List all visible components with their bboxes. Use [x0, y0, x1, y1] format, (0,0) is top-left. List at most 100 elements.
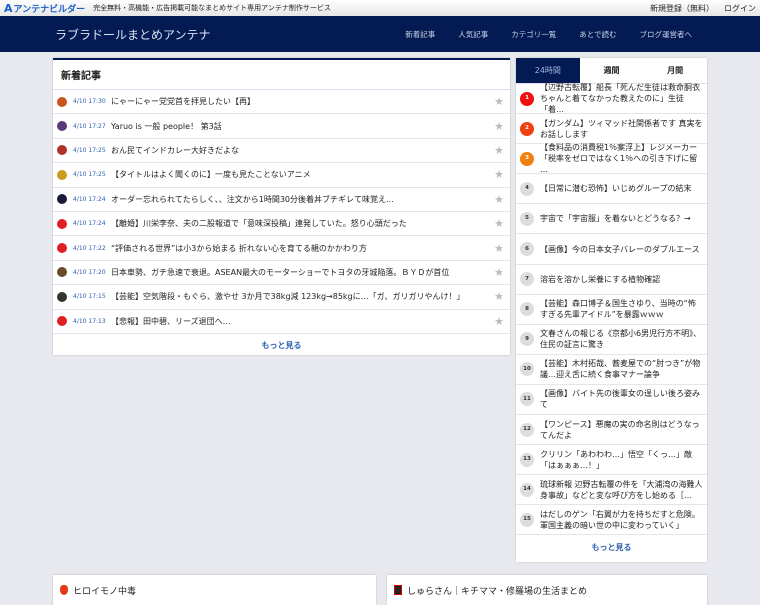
ranking-title[interactable]: 琉球新報 辺野古転覆の件を「大浦湾の海難人身事故」などと変な呼び方をし始める［… — [540, 479, 703, 501]
ranking-title[interactable]: 【芸能】木村拓哉、蕎麦屋での“肘つき”が物議…迎え舌に続く食事マナー論争 — [540, 358, 703, 380]
star-icon[interactable]: ★ — [492, 144, 506, 157]
rank-badge: 15 — [520, 512, 534, 527]
rank-badge: 13 — [520, 452, 534, 467]
article-row[interactable]: 4/10 17:25 【タイトルはよく聞くのに】一度も見たことないアニメ ★ — [53, 163, 510, 188]
ranking-title[interactable]: 【日常に潜む恐怖】いじめグループの結末 — [540, 183, 692, 194]
rank-badge: 3 — [520, 151, 534, 166]
rank-badge: 10 — [520, 362, 534, 377]
ranking-panel: 24時間 週間 月間 1 【辺野古転覆】船長「死んだ生徒は救命胴衣ちゃんと着てなか… — [516, 58, 707, 562]
nav-read-later[interactable]: あとで読む — [579, 29, 616, 40]
ranking-row[interactable]: 10 【芸能】木村拓哉、蕎麦屋での“肘つき”が物議…迎え舌に続く食事マナー論争 — [516, 355, 707, 385]
article-row[interactable]: 4/10 17:27 Yaruo is 一般 people！ 第3話 ★ — [53, 114, 510, 139]
article-row[interactable]: 4/10 17:15 【芸能】空気階段・もぐら、激やせ 3か月で38kg減 123… — [53, 285, 510, 310]
star-icon[interactable]: ★ — [492, 168, 506, 181]
ranking-row[interactable]: 11 【画像】バイト先の後輩女の逞しい後ろ姿みて — [516, 385, 707, 416]
article-time: 4/10 17:24 — [73, 220, 106, 228]
ranking-title[interactable]: 【画像】今の日本女子バレーのダブルエース — [540, 244, 700, 255]
article-title[interactable]: 【タイトルはよく聞くのに】一度も見たことないアニメ — [111, 169, 492, 180]
ranking-row[interactable]: 5 宇宙で「宇宙服」を着ないとどうなる？→ — [516, 204, 707, 235]
article-title[interactable]: にゃーにゃー党党首を拝見したい【再】 — [111, 96, 492, 107]
blog-icon — [394, 585, 402, 595]
article-title[interactable]: オーダー忘れられてたらしく、、注文から1時間30分後着丼ブチギレて味覚え... — [111, 194, 492, 205]
article-row[interactable]: 4/10 17:25 おん民てインドカレー大好きだよな ★ — [53, 139, 510, 164]
site-header: ラブラドールまとめアンテナ 新着記事 人気記事 カテゴリ一覧 あとで読む ブログ… — [0, 16, 760, 52]
rank-badge: 4 — [520, 181, 534, 196]
article-title[interactable]: 【離婚】川栄李奈、夫の二股報道で「意味深投稿」連発していた。怒り心頭だった — [111, 218, 492, 229]
star-icon[interactable]: ★ — [492, 95, 506, 108]
ranking-row[interactable]: 12 【ワンピース】悪魔の実の命名則はどうなってんだよ — [516, 415, 707, 446]
article-title[interactable]: 【悲報】田中碧、リーズ退団へ… — [111, 316, 492, 327]
article-title[interactable]: おん民てインドカレー大好きだよな — [111, 145, 492, 156]
ranking-title[interactable]: 【ワンピース】悪魔の実の命名則はどうなってんだよ — [540, 419, 703, 441]
ranking-title[interactable]: 【ガンダム】ツィマッド社関係者です 真実をお話しします — [540, 118, 703, 140]
article-title[interactable]: Yaruo is 一般 people！ 第3話 — [111, 121, 492, 132]
tab-weekly[interactable]: 週間 — [580, 58, 644, 83]
blog-favicon-icon — [57, 243, 67, 254]
star-icon[interactable]: ★ — [492, 266, 506, 279]
ranking-title[interactable]: 【食料品の消費税1％案浮上】レジメーカー「税率をゼロではなく1％への引き下げに留… — [540, 142, 703, 175]
article-row[interactable]: 4/10 17:24 【離婚】川栄李奈、夫の二股報道で「意味深投稿」連発していた。… — [53, 212, 510, 237]
blog-favicon-icon — [57, 96, 67, 107]
article-row[interactable]: 4/10 17:22 “評価される世界”は小3から始まる 折れない心を育てる親のか… — [53, 236, 510, 261]
article-row[interactable]: 4/10 17:30 にゃーにゃー党党首を拝見したい【再】 ★ — [53, 90, 510, 115]
star-icon[interactable]: ★ — [492, 290, 506, 303]
ranking-row[interactable]: 9 文春さんの報じる《京都小6男児行方不明》、住民の証言に驚き — [516, 325, 707, 355]
nav-categories[interactable]: カテゴリ一覧 — [511, 29, 556, 40]
article-time: 4/10 17:20 — [73, 268, 106, 276]
ranking-title[interactable]: 文春さんの報じる《京都小6男児行方不明》、住民の証言に驚き — [540, 328, 703, 350]
article-title[interactable]: “評価される世界”は小3から始まる 折れない心を育てる親のかかわり方 — [111, 243, 492, 254]
ranking-title[interactable]: 【辺野古転覆】船長「死んだ生徒は救命胴衣ちゃんと着てなかった教えたのに」生徒「着… — [540, 82, 703, 115]
star-icon[interactable]: ★ — [492, 315, 506, 328]
article-time: 4/10 17:13 — [73, 317, 106, 325]
ranking-title[interactable]: 溶岩を溶かし栄養にする植物確認 — [540, 274, 660, 285]
blog-panel[interactable]: ヒロイモノ中毒 — [53, 575, 376, 605]
ranking-row[interactable]: 1 【辺野古転覆】船長「死んだ生徒は救命胴衣ちゃんと着てなかった教えたのに」生徒「… — [516, 82, 707, 115]
ranking-title[interactable]: 【芸能】森口博子＆国生さゆり、当時の“怖すぎる先輩アイドル”を暴露ｗｗｗ — [540, 298, 703, 320]
tab-monthly[interactable]: 月間 — [643, 58, 707, 83]
blog-panel[interactable]: しゅらさん｜キチママ・修羅場の生活まとめ — [387, 575, 707, 605]
article-title[interactable]: 【芸能】空気階段・もぐら、激やせ 3か月で38kg減 123kg→85kgに…「… — [111, 291, 492, 302]
article-row[interactable]: 4/10 17:24 オーダー忘れられてたらしく、、注文から1時間30分後着丼ブチ… — [53, 188, 510, 212]
ranking-row[interactable]: 14 琉球新報 辺野古転覆の件を「大浦湾の海難人身事故」などと変な呼び方をし始める… — [516, 475, 707, 506]
login-link[interactable]: ログイン — [724, 3, 756, 14]
nav-for-bloggers[interactable]: ブログ運営者へ — [640, 29, 693, 40]
star-icon[interactable]: ★ — [492, 242, 506, 255]
ranking-title[interactable]: 宇宙で「宇宙服」を着ないとどうなる？→ — [540, 213, 691, 224]
tagline: 完全無料・高機能・広告掲載可能なまとめサイト専用アンテナ制作サービス — [93, 4, 331, 12]
article-time: 4/10 17:25 — [73, 171, 106, 179]
rank-badge: 12 — [520, 422, 534, 437]
ranking-row[interactable]: 15 はだしのゲン「右翼が力を持ちだすと危険。軍国主義の暗い世の中に変わっていく」 — [516, 505, 707, 536]
ranking-row[interactable]: 8 【芸能】森口博子＆国生さゆり、当時の“怖すぎる先輩アイドル”を暴露ｗｗｗ — [516, 295, 707, 325]
ranking-title[interactable]: はだしのゲン「右翼が力を持ちだすと危険。軍国主義の暗い世の中に変わっていく」 — [540, 509, 703, 531]
article-time: 4/10 17:30 — [73, 98, 106, 106]
article-title[interactable]: 日本車勢、ガチ急速で衰退。ASEAN最大のモーターショーでトヨタの牙城陥落。ＢＹ… — [111, 267, 492, 278]
more-latest-link[interactable]: もっと見る — [53, 334, 510, 351]
top-bar: A アンテナビルダー 完全無料・高機能・広告掲載可能なまとめサイト専用アンテナ制作… — [0, 0, 760, 16]
blog-favicon-icon — [57, 218, 67, 229]
article-row[interactable]: 4/10 17:13 【悲報】田中碧、リーズ退団へ… ★ — [53, 310, 510, 334]
logo[interactable]: A アンテナビルダー — [4, 2, 85, 15]
nav-latest[interactable]: 新着記事 — [405, 29, 435, 40]
nav-popular[interactable]: 人気記事 — [458, 29, 488, 40]
ranking-row[interactable]: 13 クリリン「あわわわ…」悟空「くっ…」敵「はぁぁぁ…！」 — [516, 445, 707, 476]
ranking-row[interactable]: 6 【画像】今の日本女子バレーのダブルエース — [516, 234, 707, 265]
ranking-title[interactable]: 【画像】バイト先の後輩女の逞しい後ろ姿みて — [540, 388, 703, 410]
blog-favicon-icon — [57, 121, 67, 132]
ranking-title[interactable]: クリリン「あわわわ…」悟空「くっ…」敵「はぁぁぁ…！」 — [540, 449, 703, 471]
tab-24h[interactable]: 24時間 — [516, 58, 580, 83]
more-ranking-link[interactable]: もっと見る — [516, 535, 707, 553]
ranking-row[interactable]: 3 【食料品の消費税1％案浮上】レジメーカー「税率をゼロではなく1％への引き下げに… — [516, 142, 707, 175]
site-title[interactable]: ラブラドールまとめアンテナ — [55, 26, 211, 43]
latest-articles-panel: 新着記事 4/10 17:30 にゃーにゃー党党首を拝見したい【再】 ★ 4/10 1… — [53, 58, 510, 355]
article-time: 4/10 17:27 — [73, 122, 106, 130]
rank-badge: 11 — [520, 392, 534, 407]
signup-link[interactable]: 新規登録（無料） — [650, 3, 714, 14]
ranking-row[interactable]: 2 【ガンダム】ツィマッド社関係者です 真実をお話しします — [516, 114, 707, 145]
rank-badge: 2 — [520, 121, 534, 136]
star-icon[interactable]: ★ — [492, 120, 506, 133]
ranking-row[interactable]: 7 溶岩を溶かし栄養にする植物確認 — [516, 265, 707, 295]
star-icon[interactable]: ★ — [492, 217, 506, 230]
ranking-row[interactable]: 4 【日常に潜む恐怖】いじめグループの結末 — [516, 174, 707, 205]
star-icon[interactable]: ★ — [492, 193, 506, 206]
article-row[interactable]: 4/10 17:20 日本車勢、ガチ急速で衰退。ASEAN最大のモーターショーでト… — [53, 261, 510, 286]
